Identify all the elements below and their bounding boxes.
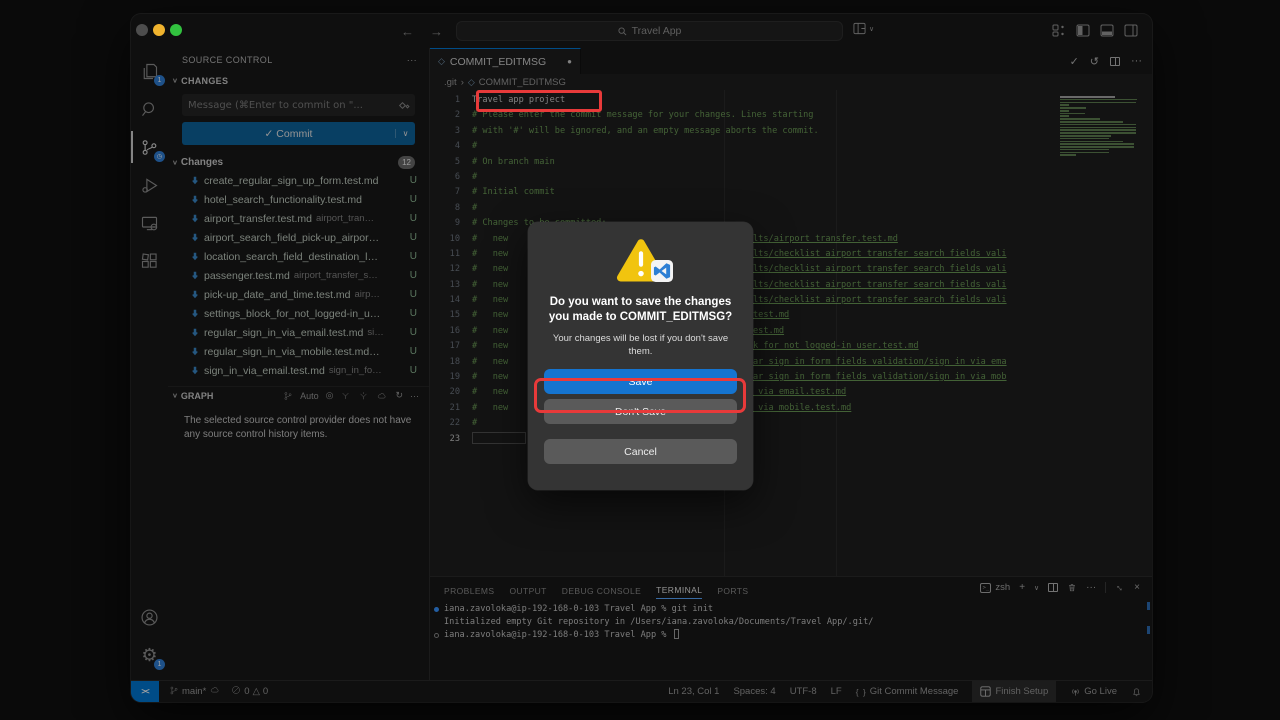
window-controls [136,24,182,36]
warning-icon [615,237,667,285]
vscode-logo-badge [651,260,673,287]
screenshot-stage: ← → Travel App ∨ [0,0,1280,720]
cancel-button[interactable]: Cancel [544,439,737,464]
annotation-box-commit-message-line [476,90,602,112]
minimize-window-button[interactable] [153,24,165,36]
close-window-button[interactable] [136,24,148,36]
zoom-window-button[interactable] [170,24,182,36]
save-changes-dialog: Do you want to save the changes you made… [528,222,753,490]
annotation-box-save-button [534,378,746,413]
dialog-title: Do you want to save the changes you made… [528,295,753,325]
dialog-message: Your changes will be lost if you don't s… [528,333,753,358]
